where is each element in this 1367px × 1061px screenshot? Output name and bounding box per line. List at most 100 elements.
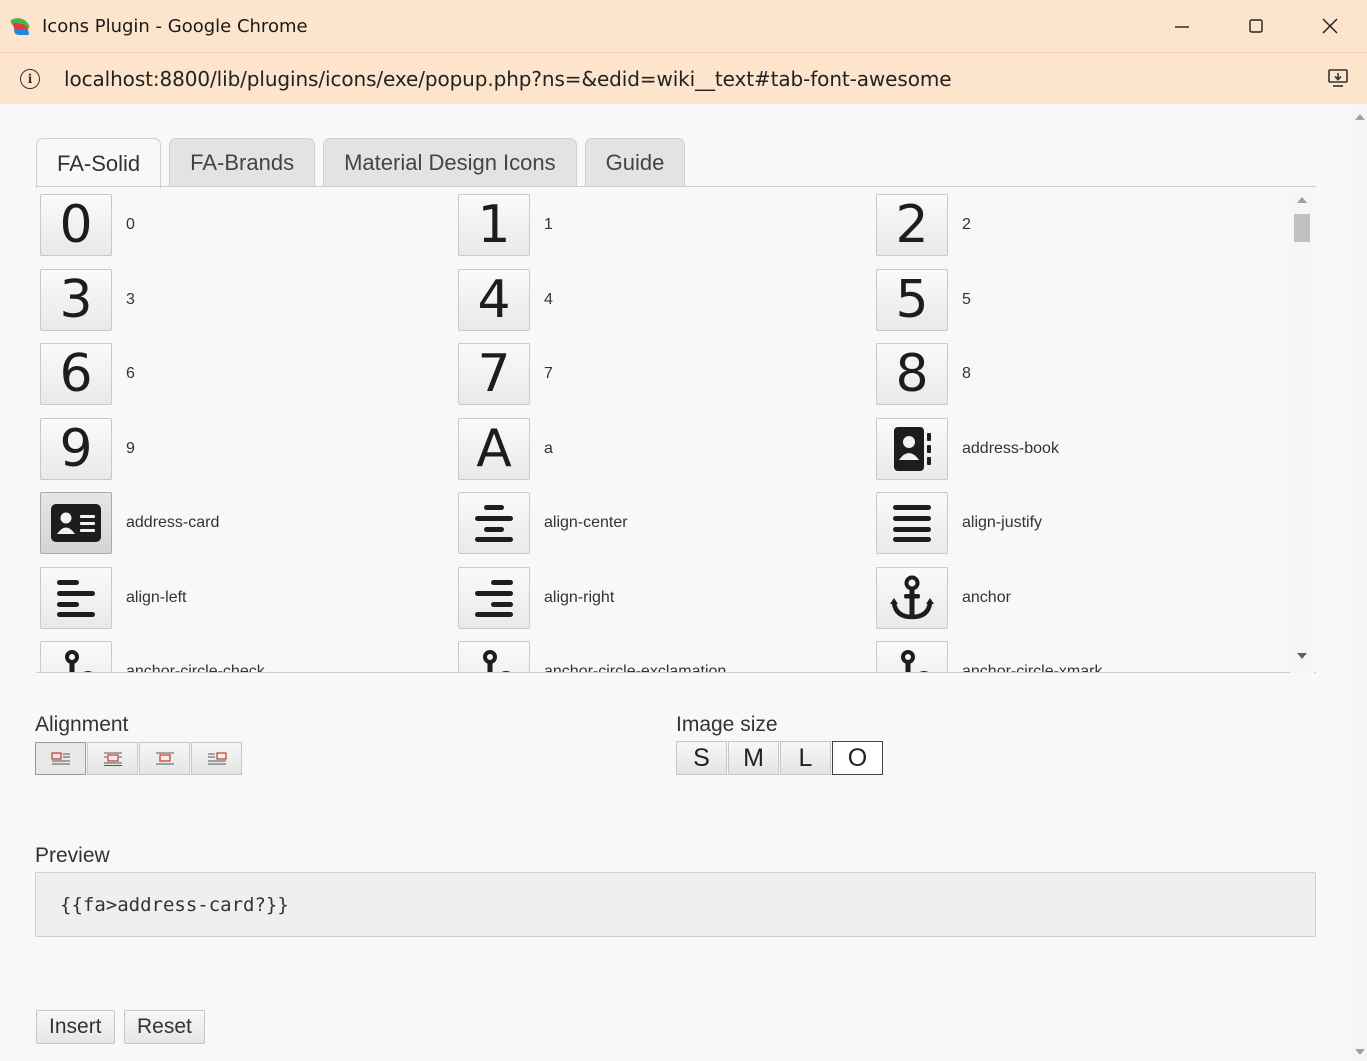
digit-0-icon: 0 [59,195,93,255]
icon-item: 7 7 [458,343,876,418]
icon-anchor-button[interactable] [876,566,948,629]
icon-item: address-book [876,417,1294,493]
reset-button[interactable]: Reset [124,1010,205,1044]
icon-item: 3 3 [40,268,458,344]
icon-item: align-right [458,566,876,642]
icon-address-card-button[interactable] [40,492,112,554]
icon-label: align-center [544,514,628,531]
icon-label: 6 [126,365,135,382]
maximize-button[interactable] [1219,0,1293,52]
close-button[interactable] [1293,0,1367,52]
align-right-image-icon [207,751,227,764]
icon-label: anchor [962,588,1011,606]
icon-label: 2 [962,216,971,233]
align-left-button[interactable] [35,742,86,775]
page-scrollbar[interactable] [1352,104,1367,1061]
anchor-circle-check-icon [65,650,93,672]
digit-5-icon: 5 [895,269,929,330]
minimize-button[interactable] [1145,0,1219,52]
size-small-button[interactable]: S [676,741,727,775]
icon-align-left-button[interactable] [40,566,112,629]
url-text[interactable]: localhost:8800/lib/plugins/icons/exe/pop… [64,67,952,91]
icon-3-button[interactable]: 3 [40,268,112,331]
icon-align-right-button[interactable] [458,566,530,629]
align-right-icon [475,579,513,617]
icon-align-justify-button[interactable] [876,492,948,554]
insert-button[interactable]: Insert [36,1010,115,1044]
icon-align-center-button[interactable] [458,492,530,554]
digit-9-icon: 9 [59,418,93,479]
icon-5-button[interactable]: 5 [876,268,948,331]
icon-item: anchor [876,566,1294,642]
icon-label: 5 [962,290,971,308]
close-icon [1322,18,1338,34]
icon-9-button[interactable]: 9 [40,417,112,480]
icon-item: A a [458,417,876,493]
icon-1-button[interactable]: 1 [458,194,530,256]
align-center-image-icon [103,752,122,766]
align-none-image-icon [155,752,174,764]
icon-item: 4 4 [458,268,876,344]
preview-label: Preview [35,844,110,867]
tab-fa-solid[interactable]: FA-Solid [36,138,162,188]
tab-fa-brands[interactable]: FA-Brands [169,138,316,186]
icon-label: anchor-circle-exclamation [544,663,727,673]
icon-list-scrollbar[interactable] [1290,187,1314,673]
icon-a-button[interactable]: A [458,417,530,480]
digit-4-icon: 4 [477,269,511,330]
icon-address-book-button[interactable] [876,417,948,480]
digit-3-icon: 3 [59,269,93,330]
tab-material-design-icons[interactable]: Material Design Icons [323,138,577,186]
size-large-button[interactable]: L [780,741,831,775]
align-right-button[interactable] [191,742,242,775]
address-card-icon [51,504,101,542]
icon-anchor-circle-exclamation-button[interactable] [458,641,530,672]
size-medium-button[interactable]: M [728,741,779,775]
icon-8-button[interactable]: 8 [876,343,948,405]
size-original-button[interactable]: O [832,741,883,775]
icon-2-button[interactable]: 2 [876,194,948,256]
icon-6-button[interactable]: 6 [40,343,112,405]
scroll-down-arrow-icon[interactable] [1355,1049,1365,1055]
align-none-button[interactable] [139,742,190,775]
site-info-icon[interactable]: i [20,68,40,89]
icon-label: anchor-circle-xmark [962,663,1103,673]
icon-label: address-book [962,439,1059,457]
preview-value: {{fa>address-card?}} [60,893,289,916]
window-controls [1145,0,1367,52]
icon-label: 8 [962,365,971,382]
icon-label: align-right [544,588,615,606]
align-center-button[interactable] [87,742,138,775]
align-justify-icon [893,505,931,542]
install-app-icon[interactable] [1327,67,1349,89]
icon-anchor-circle-xmark-button[interactable] [876,641,948,672]
icon-item: 8 8 [876,343,1294,418]
image-size-label: Image size [676,713,778,736]
icon-0-button[interactable]: 0 [40,194,112,256]
icon-label: address-card [126,514,220,531]
scrollbar-thumb[interactable] [1294,214,1310,242]
tab-guide[interactable]: Guide [584,138,686,186]
icon-label: 4 [544,290,553,308]
scroll-up-arrow-icon[interactable] [1297,197,1307,203]
icon-item: address-card [40,492,458,567]
align-left-image-icon [50,751,70,764]
minimize-icon [1175,26,1189,28]
icon-item: anchor-circle-check [40,641,458,672]
icon-item: 1 1 [458,194,876,269]
icon-7-button[interactable]: 7 [458,343,530,405]
icon-item: anchor-circle-xmark [876,641,1294,673]
icon-item: align-left [40,566,458,642]
letter-a-icon: A [476,418,512,479]
icon-label: 1 [544,216,553,233]
icon-item: 9 9 [40,417,458,493]
scroll-up-arrow-icon[interactable] [1355,114,1365,120]
icon-anchor-circle-check-button[interactable] [40,641,112,672]
anchor-circle-exclamation-icon [483,650,511,672]
anchor-circle-xmark-icon [901,650,929,672]
preview-field[interactable]: {{fa>address-card?}} [35,872,1316,937]
app-icon [10,14,32,37]
scroll-down-arrow-icon[interactable] [1297,653,1307,659]
icon-item: 5 5 [876,268,1294,344]
icon-4-button[interactable]: 4 [458,268,530,331]
